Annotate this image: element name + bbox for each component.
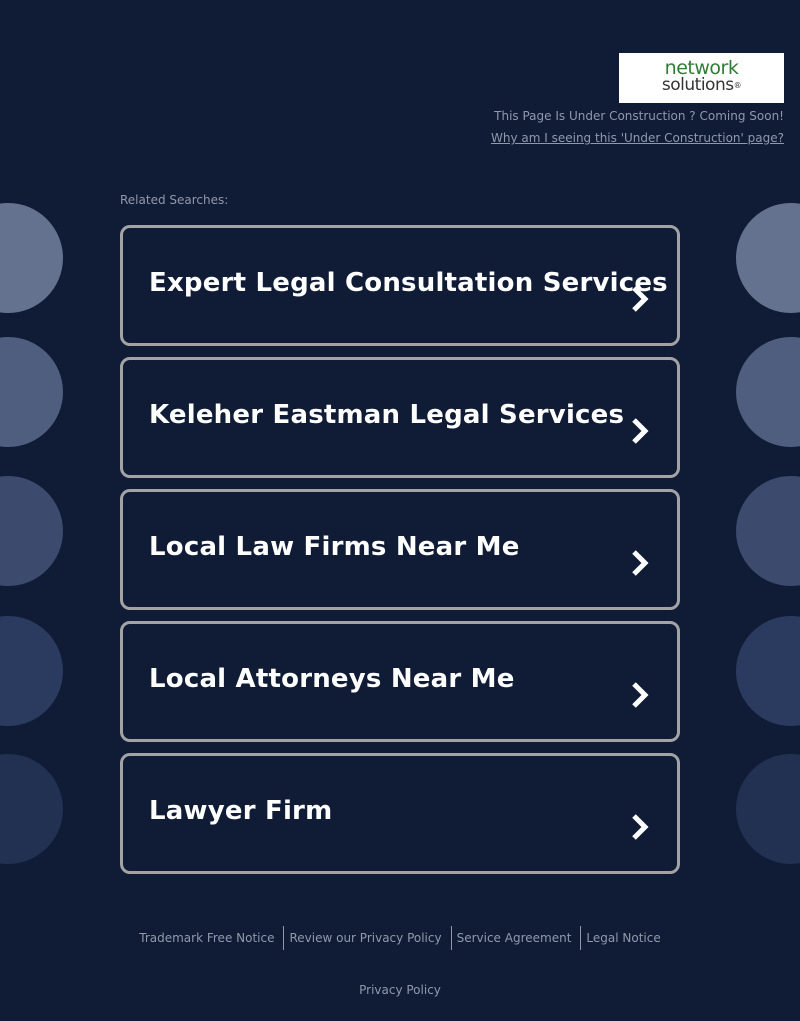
footer-divider — [283, 926, 285, 950]
footer-link-service-agreement[interactable]: Service Agreement — [455, 927, 574, 949]
chevron-right-icon — [632, 286, 649, 312]
chevron-right-icon — [632, 682, 649, 708]
chevron-right-icon — [632, 550, 649, 576]
logo-registered-mark: ® — [733, 81, 742, 90]
footer-link-privacy-review[interactable]: Review our Privacy Policy — [287, 927, 443, 949]
related-search-item[interactable]: Lawyer Firm — [120, 753, 680, 874]
decorative-circle — [736, 337, 800, 447]
related-search-item[interactable]: Expert Legal Consultation Services — [120, 225, 680, 346]
decorative-circle — [0, 616, 63, 726]
under-construction-link[interactable]: Why am I seeing this 'Under Construction… — [491, 131, 784, 145]
related-search-label: Expert Legal Consultation Services — [149, 268, 668, 298]
decorative-circle — [0, 754, 63, 864]
chevron-right-icon — [632, 814, 649, 840]
decorative-circle — [0, 337, 63, 447]
decorative-circle — [0, 476, 63, 586]
footer-link-trademark[interactable]: Trademark Free Notice — [137, 927, 276, 949]
decorative-circle — [736, 616, 800, 726]
network-solutions-logo[interactable]: network solutions® — [619, 53, 784, 103]
related-search-label: Lawyer Firm — [149, 796, 333, 826]
under-construction-text: This Page Is Under Construction ? Coming… — [494, 109, 784, 123]
related-search-label: Local Attorneys Near Me — [149, 664, 515, 694]
footer-link-legal-notice[interactable]: Legal Notice — [584, 927, 662, 949]
footer-divider — [450, 926, 452, 950]
decorative-circle — [736, 203, 800, 313]
page: network solutions® This Page Is Under Co… — [0, 0, 800, 1021]
related-search-item[interactable]: Keleher Eastman Legal Services — [120, 357, 680, 478]
related-search-label: Keleher Eastman Legal Services — [149, 400, 625, 430]
related-search-item[interactable]: Local Attorneys Near Me — [120, 621, 680, 742]
decorative-circle — [736, 754, 800, 864]
logo-line2-text: solutions — [661, 75, 734, 95]
decorative-circle — [0, 203, 63, 313]
footer-privacy-policy-link[interactable]: Privacy Policy — [0, 983, 800, 997]
decorative-circle — [736, 476, 800, 586]
related-search-item[interactable]: Local Law Firms Near Me — [120, 489, 680, 610]
footer-links: Trademark Free Notice Review our Privacy … — [0, 926, 800, 950]
logo-line2: solutions® — [619, 77, 784, 94]
footer-divider — [580, 926, 582, 950]
related-searches-label: Related Searches: — [120, 193, 229, 207]
related-search-label: Local Law Firms Near Me — [149, 532, 520, 562]
chevron-right-icon — [632, 418, 649, 444]
